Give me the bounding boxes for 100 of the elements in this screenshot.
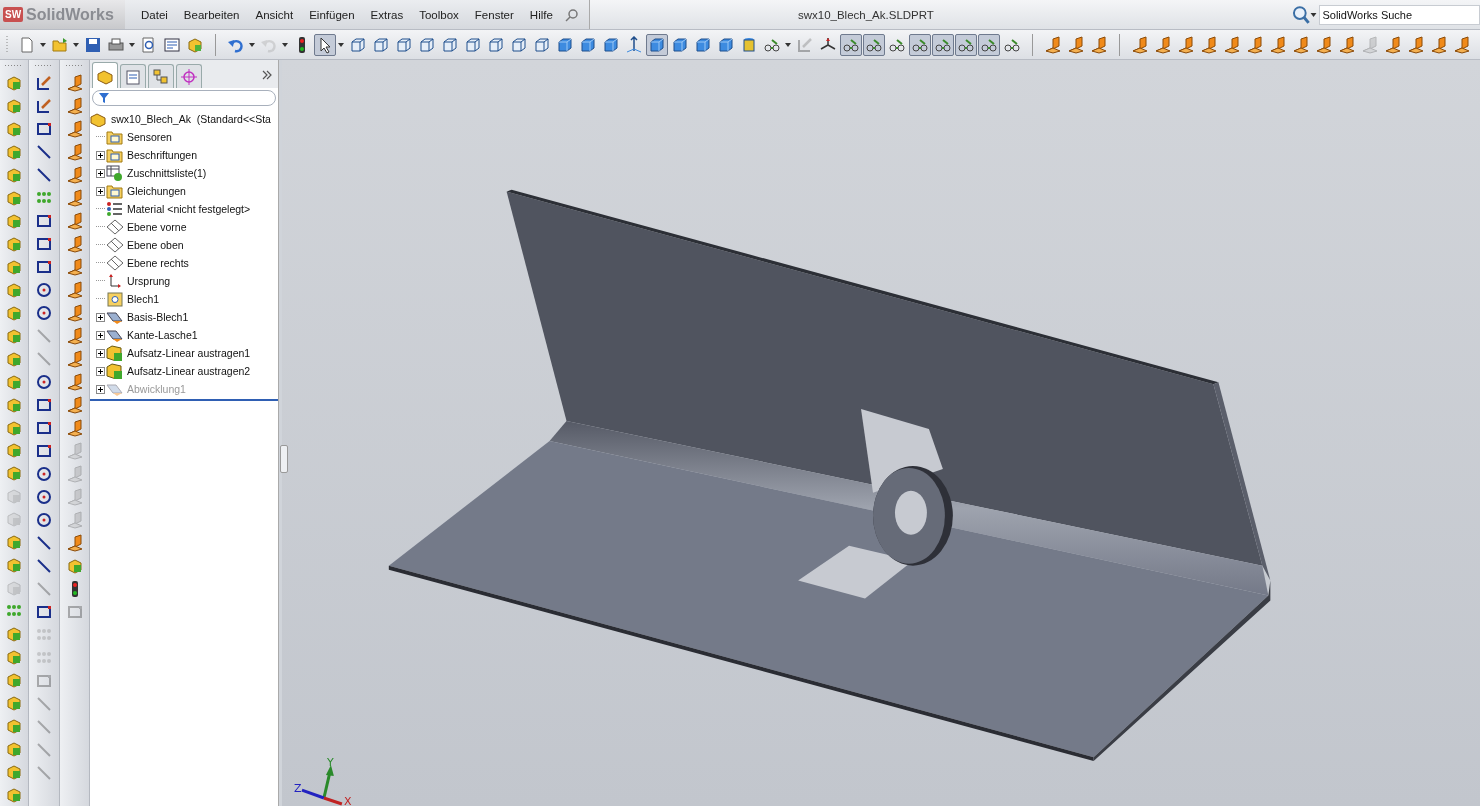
bent-plate-icon <box>1361 35 1379 54</box>
bent-plate-icon <box>65 235 84 253</box>
menu-item[interactable]: Einfügen <box>301 8 363 21</box>
filter-field[interactable] <box>92 90 276 106</box>
caret-icon[interactable] <box>249 42 255 47</box>
caret-icon[interactable] <box>73 42 79 47</box>
expand-icon[interactable] <box>96 348 105 358</box>
grip-icon[interactable] <box>4 64 24 67</box>
caret-icon[interactable] <box>40 42 46 47</box>
box-icon <box>106 345 124 361</box>
folder-icon <box>106 129 124 145</box>
tree-item[interactable]: Sensoren <box>127 131 172 143</box>
bent-plate-icon <box>1292 35 1310 54</box>
toolbar-button[interactable] <box>909 33 931 56</box>
rectangle-icon <box>35 212 53 230</box>
toolbar-button[interactable] <box>863 33 885 56</box>
rectangle-icon <box>35 396 53 414</box>
tree-item[interactable]: Ebene rechts <box>127 257 189 269</box>
tree-item[interactable]: Ursprung <box>127 275 171 287</box>
panel-tab[interactable] <box>92 62 118 88</box>
wireframe-cube-icon <box>510 35 528 54</box>
line-icon <box>35 534 53 552</box>
wireframe-cube-icon <box>395 35 413 54</box>
menu-item[interactable]: Fenster <box>466 8 522 21</box>
logo-mark: SW <box>3 7 24 22</box>
caret-icon[interactable] <box>338 42 344 47</box>
pin-icon[interactable] <box>564 7 579 22</box>
menu-item[interactable]: Hilfe <box>521 8 561 21</box>
window-title: swx10_Blech_Ak.SLDPRT <box>796 8 935 21</box>
tree-item[interactable]: Aufsatz-Linear austragen1 <box>127 347 251 359</box>
menu-item[interactable]: Toolbox <box>411 8 467 21</box>
bent-plate-icon <box>65 166 84 184</box>
menu-item[interactable]: Datei <box>133 8 176 21</box>
tree-item[interactable]: Blech1 <box>127 293 160 305</box>
toolbar-button[interactable] <box>978 33 1000 56</box>
panel-tab[interactable] <box>176 64 202 88</box>
bent-plate-icon <box>65 511 84 529</box>
box-icon <box>5 740 23 759</box>
bent-plate-icon <box>65 396 84 414</box>
tree-item[interactable]: Gleichungen <box>127 185 186 197</box>
search-icon[interactable] <box>1292 4 1318 25</box>
box-icon <box>5 533 23 552</box>
toolbar-button[interactable] <box>932 33 954 56</box>
tree-item[interactable]: Aufsatz-Linear austragen2 <box>127 365 251 377</box>
tree-item[interactable]: Material <nicht festgelegt> <box>127 203 251 215</box>
menu-item[interactable]: Extras <box>362 8 412 21</box>
cube-icon <box>648 35 666 54</box>
box-icon <box>5 671 23 690</box>
expand-icon[interactable] <box>96 366 105 376</box>
cube-icon <box>556 35 574 54</box>
chevron-icon[interactable] <box>262 70 272 80</box>
circle-icon <box>35 281 53 299</box>
tree-item[interactable]: swx10_Blech_Ak (Standard<<Sta <box>111 113 271 125</box>
logo-text: SolidWorks <box>26 5 114 24</box>
table-icon <box>106 165 124 181</box>
tree-item[interactable]: Ebene oben <box>127 239 184 251</box>
tree-icon <box>152 67 170 86</box>
tree-item[interactable]: Ebene vorne <box>127 221 187 233</box>
caret-icon[interactable] <box>129 42 135 47</box>
panel-tab[interactable] <box>148 64 174 88</box>
search-field[interactable]: SolidWorks Suche <box>1319 4 1480 25</box>
grip-icon[interactable] <box>34 64 54 67</box>
bent-plate-icon <box>1200 35 1218 54</box>
toolbar-button[interactable] <box>955 33 977 56</box>
expand-icon[interactable] <box>96 186 105 196</box>
bent-plate-icon <box>65 465 84 483</box>
menu-item[interactable]: Ansicht <box>247 8 302 21</box>
expand-icon[interactable] <box>96 330 105 340</box>
toolbar-button[interactable] <box>314 33 336 56</box>
expand-icon[interactable] <box>96 312 105 322</box>
caret-icon[interactable] <box>785 42 791 47</box>
expand-icon[interactable] <box>96 168 105 178</box>
bent-plate-icon <box>65 419 84 437</box>
box-icon <box>5 717 23 736</box>
bent-plate-icon <box>65 442 84 460</box>
bent-plate-icon <box>106 381 124 397</box>
box-icon <box>5 487 23 506</box>
bent-plate-icon <box>1223 35 1241 54</box>
rectangle-icon <box>35 442 53 460</box>
tree-item[interactable]: Beschriftungen <box>127 149 198 161</box>
rectangle-icon <box>65 603 84 621</box>
toolbar-button[interactable] <box>840 33 862 56</box>
box-icon <box>5 694 23 713</box>
tree-item[interactable]: Kante-Lasche1 <box>127 329 198 341</box>
tree-item[interactable]: Zuschnittsliste(1) <box>127 167 207 179</box>
menu-item[interactable]: Bearbeiten <box>175 8 248 21</box>
bent-plate-icon <box>65 534 84 552</box>
expand-icon[interactable] <box>96 150 105 160</box>
bent-plate-icon <box>65 258 84 276</box>
box-icon <box>5 464 23 483</box>
wireframe-cube-icon <box>372 35 390 54</box>
line-icon <box>35 350 53 368</box>
bent-plate-icon <box>1430 35 1448 54</box>
cube-icon <box>694 35 712 54</box>
splitter-handle[interactable] <box>280 445 288 473</box>
printer-icon <box>107 35 125 54</box>
bent-plate-icon <box>65 373 84 391</box>
tree-item[interactable]: Basis-Blech1 <box>127 311 189 323</box>
panel-tab[interactable] <box>120 64 146 88</box>
cylinder-icon <box>740 35 758 54</box>
